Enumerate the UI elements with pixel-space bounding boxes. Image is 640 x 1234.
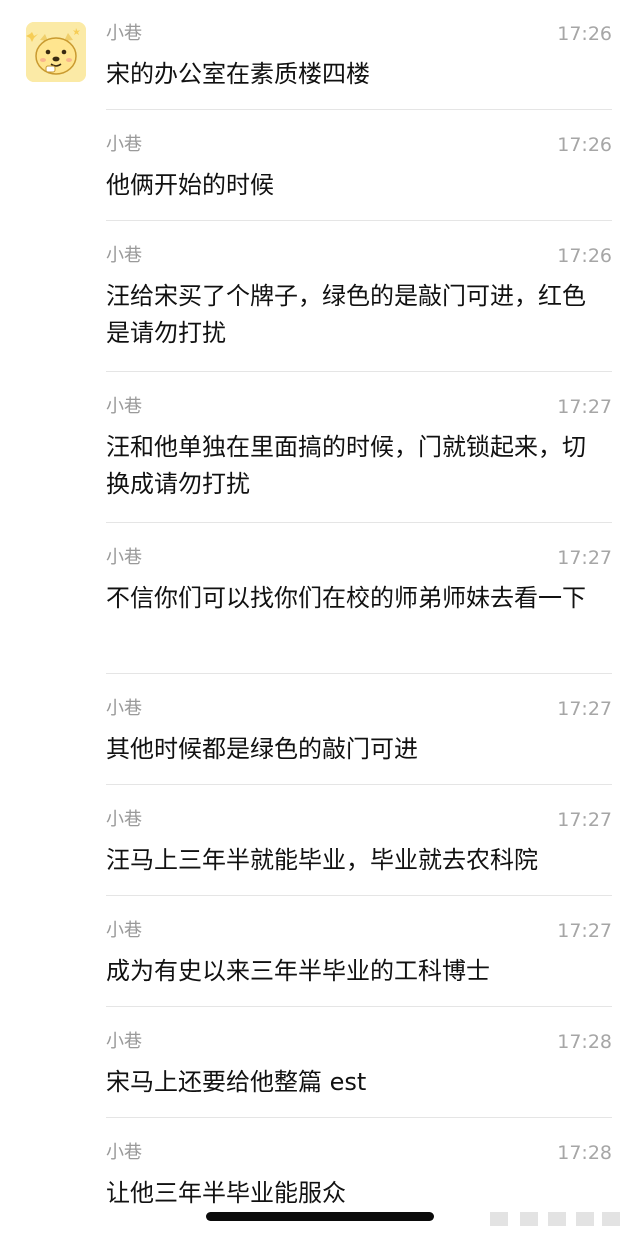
home-indicator[interactable] (206, 1212, 434, 1221)
sender-name: 小巷 (106, 547, 142, 568)
message-divider (106, 522, 612, 523)
message-divider (106, 784, 612, 785)
message-text: 不信你们可以找你们在校的师弟师妹去看一下 (106, 584, 586, 612)
message-time: 17:28 (557, 1142, 612, 1164)
message-time: 17:27 (557, 698, 612, 720)
message-text: 宋马上还要给他整篇 est (106, 1068, 367, 1096)
sender-name: 小巷 (106, 809, 142, 830)
message-text: 汪和他单独在里面搞的时候，门就锁起来，切换成请勿打扰 (106, 433, 586, 498)
message-text: 让他三年半毕业能服众 (106, 1179, 346, 1207)
message-time: 17:27 (557, 920, 612, 942)
dog-avatar-icon (26, 22, 86, 82)
message-divider (106, 895, 612, 896)
sender-name: 小巷 (106, 396, 142, 417)
sender-name: 小巷 (106, 1031, 142, 1052)
message-time: 17:26 (557, 23, 612, 45)
message-divider (106, 673, 612, 674)
sender-name: 小巷 (106, 698, 142, 719)
message-text: 其他时候都是绿色的敲门可进 (106, 735, 418, 763)
message-text: 成为有史以来三年半毕业的工科博士 (106, 957, 490, 985)
message-divider (106, 220, 612, 221)
message-divider (106, 1006, 612, 1007)
message-divider (106, 1117, 612, 1118)
avatar[interactable] (26, 22, 86, 82)
sender-name: 小巷 (106, 134, 142, 155)
message-time: 17:27 (557, 809, 612, 831)
message-text: 汪给宋买了个牌子，绿色的是敲门可进，红色是请勿打扰 (106, 282, 586, 347)
sender-name: 小巷 (106, 245, 142, 266)
message-time: 17:26 (557, 134, 612, 156)
message-time: 17:28 (557, 1031, 612, 1053)
mosaic-watermark (490, 1208, 630, 1230)
message-text: 他俩开始的时候 (106, 171, 274, 199)
sender-name: 小巷 (106, 920, 142, 941)
message-time: 17:26 (557, 245, 612, 267)
message-divider (106, 109, 612, 110)
message-time: 17:27 (557, 547, 612, 569)
sender-name: 小巷 (106, 1142, 142, 1163)
message-text: 宋的办公室在素质楼四楼 (106, 60, 370, 88)
message-text: 汪马上三年半就能毕业，毕业就去农科院 (106, 846, 538, 874)
message-time: 17:27 (557, 396, 612, 418)
sender-name: 小巷 (106, 23, 142, 44)
chat-history: 小巷 17:26 宋的办公室在素质楼四楼 小巷 17:26 他俩开始的时候 小巷… (0, 0, 640, 1234)
message-divider (106, 371, 612, 372)
